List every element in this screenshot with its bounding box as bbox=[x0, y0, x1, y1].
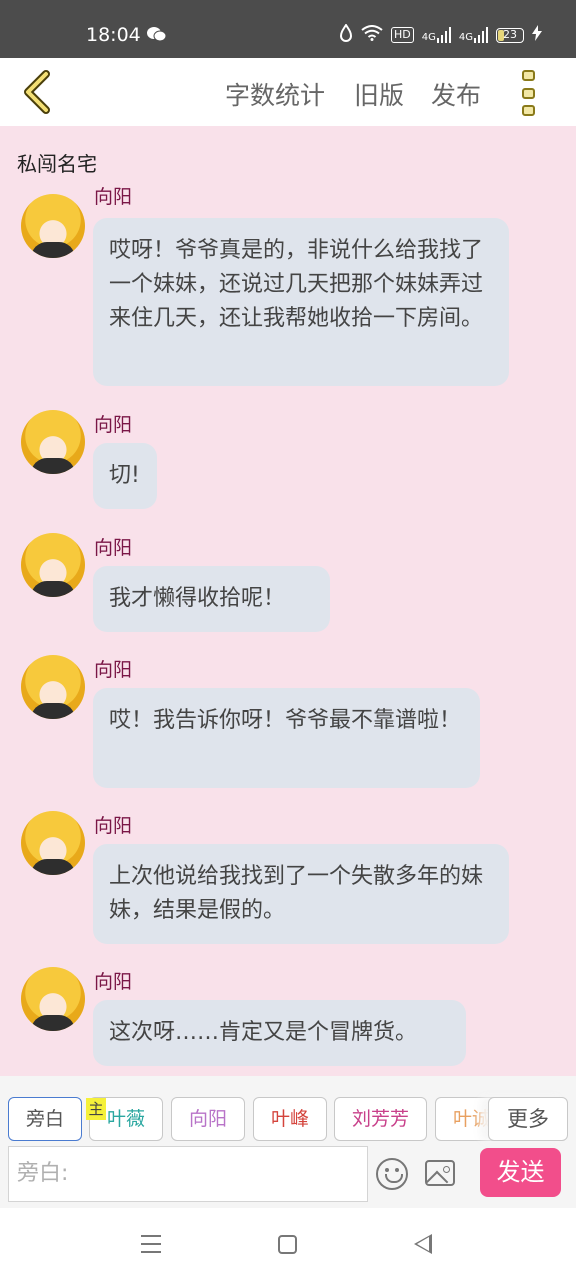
hd-badge: HD bbox=[391, 27, 414, 43]
main-role-badge: 主 bbox=[86, 1098, 106, 1120]
chevron-left-icon bbox=[24, 70, 50, 114]
back-button[interactable] bbox=[18, 68, 66, 116]
signal-2-label: 4G bbox=[458, 32, 473, 43]
sender-name: 向阳 bbox=[94, 186, 133, 208]
emoji-icon[interactable] bbox=[376, 1158, 408, 1190]
role-chip-narrator[interactable]: 旁白 bbox=[8, 1097, 82, 1141]
word-count-button[interactable]: 字数统计 bbox=[225, 76, 325, 112]
signal-icon-1: 4G bbox=[422, 27, 451, 43]
sender-name: 向阳 bbox=[94, 537, 133, 559]
role-chip-xiangyang[interactable]: 向阳 bbox=[171, 1097, 245, 1141]
more-roles-button[interactable]: 更多 bbox=[488, 1097, 568, 1141]
image-icon[interactable] bbox=[425, 1160, 455, 1186]
signal-icon-2: 4G bbox=[459, 27, 488, 43]
home-icon[interactable] bbox=[278, 1235, 297, 1254]
battery-level: 23 bbox=[503, 27, 517, 41]
message-bubble[interactable]: 这次呀……肯定又是个冒牌货。 bbox=[93, 1000, 466, 1066]
message-input[interactable]: 旁白: bbox=[8, 1146, 368, 1202]
system-nav-bar bbox=[0, 1208, 576, 1280]
story-title: 私闯名宅 bbox=[17, 152, 97, 176]
avatar[interactable] bbox=[21, 811, 85, 875]
clock: 18:04 bbox=[86, 24, 141, 46]
signal-1-label: 4G bbox=[421, 32, 436, 43]
avatar[interactable] bbox=[21, 410, 85, 474]
back-icon[interactable] bbox=[414, 1234, 432, 1254]
status-bar: 18:04 HD 4G 4G 23 bbox=[0, 0, 576, 58]
vertical-menu-icon[interactable] bbox=[522, 70, 540, 116]
old-version-button[interactable]: 旧版 bbox=[354, 76, 404, 112]
chat-area[interactable]: 私闯名宅 向阳 哎呀！爷爷真是的，非说什么给我找了一个妹妹，还说过几天把那个妹妹… bbox=[0, 126, 576, 1076]
sender-name: 向阳 bbox=[94, 659, 133, 681]
menu-icon[interactable] bbox=[141, 1235, 161, 1253]
sender-name: 向阳 bbox=[94, 414, 133, 436]
message-bubble[interactable]: 我才懒得收拾呢！ bbox=[93, 566, 330, 632]
battery-icon: 23 bbox=[496, 27, 524, 43]
alarm-drop-icon bbox=[339, 23, 353, 46]
composer-panel: 旁白 叶薇 主 向阳 叶峰 刘芳芳 叶诚 更多 旁白: 发送 bbox=[0, 1076, 576, 1208]
publish-button[interactable]: 发布 bbox=[431, 76, 481, 112]
status-icons: HD 4G 4G 23 bbox=[339, 23, 542, 46]
avatar[interactable] bbox=[21, 533, 85, 597]
sender-name: 向阳 bbox=[94, 971, 133, 993]
sender-name: 向阳 bbox=[94, 815, 133, 837]
wifi-icon bbox=[361, 25, 383, 45]
avatar[interactable] bbox=[21, 194, 85, 258]
role-chip-liufangfang[interactable]: 刘芳芳 bbox=[334, 1097, 427, 1141]
send-button[interactable]: 发送 bbox=[480, 1148, 561, 1197]
role-chip-yefeng[interactable]: 叶峰 bbox=[253, 1097, 327, 1141]
charging-icon bbox=[532, 25, 542, 45]
message-bubble[interactable]: 切! bbox=[93, 443, 157, 509]
avatar[interactable] bbox=[21, 967, 85, 1031]
message-bubble[interactable]: 哎！我告诉你呀！爷爷最不靠谱啦！ bbox=[93, 688, 480, 788]
avatar[interactable] bbox=[21, 655, 85, 719]
top-bar: 字数统计 旧版 发布 bbox=[0, 58, 576, 126]
message-bubble[interactable]: 上次他说给我找到了一个失散多年的妹妹，结果是假的。 bbox=[93, 844, 509, 944]
message-bubble[interactable]: 哎呀！爷爷真是的，非说什么给我找了一个妹妹，还说过几天把那个妹妹弄过来住几天，还… bbox=[93, 218, 509, 386]
wechat-icon bbox=[147, 26, 167, 46]
